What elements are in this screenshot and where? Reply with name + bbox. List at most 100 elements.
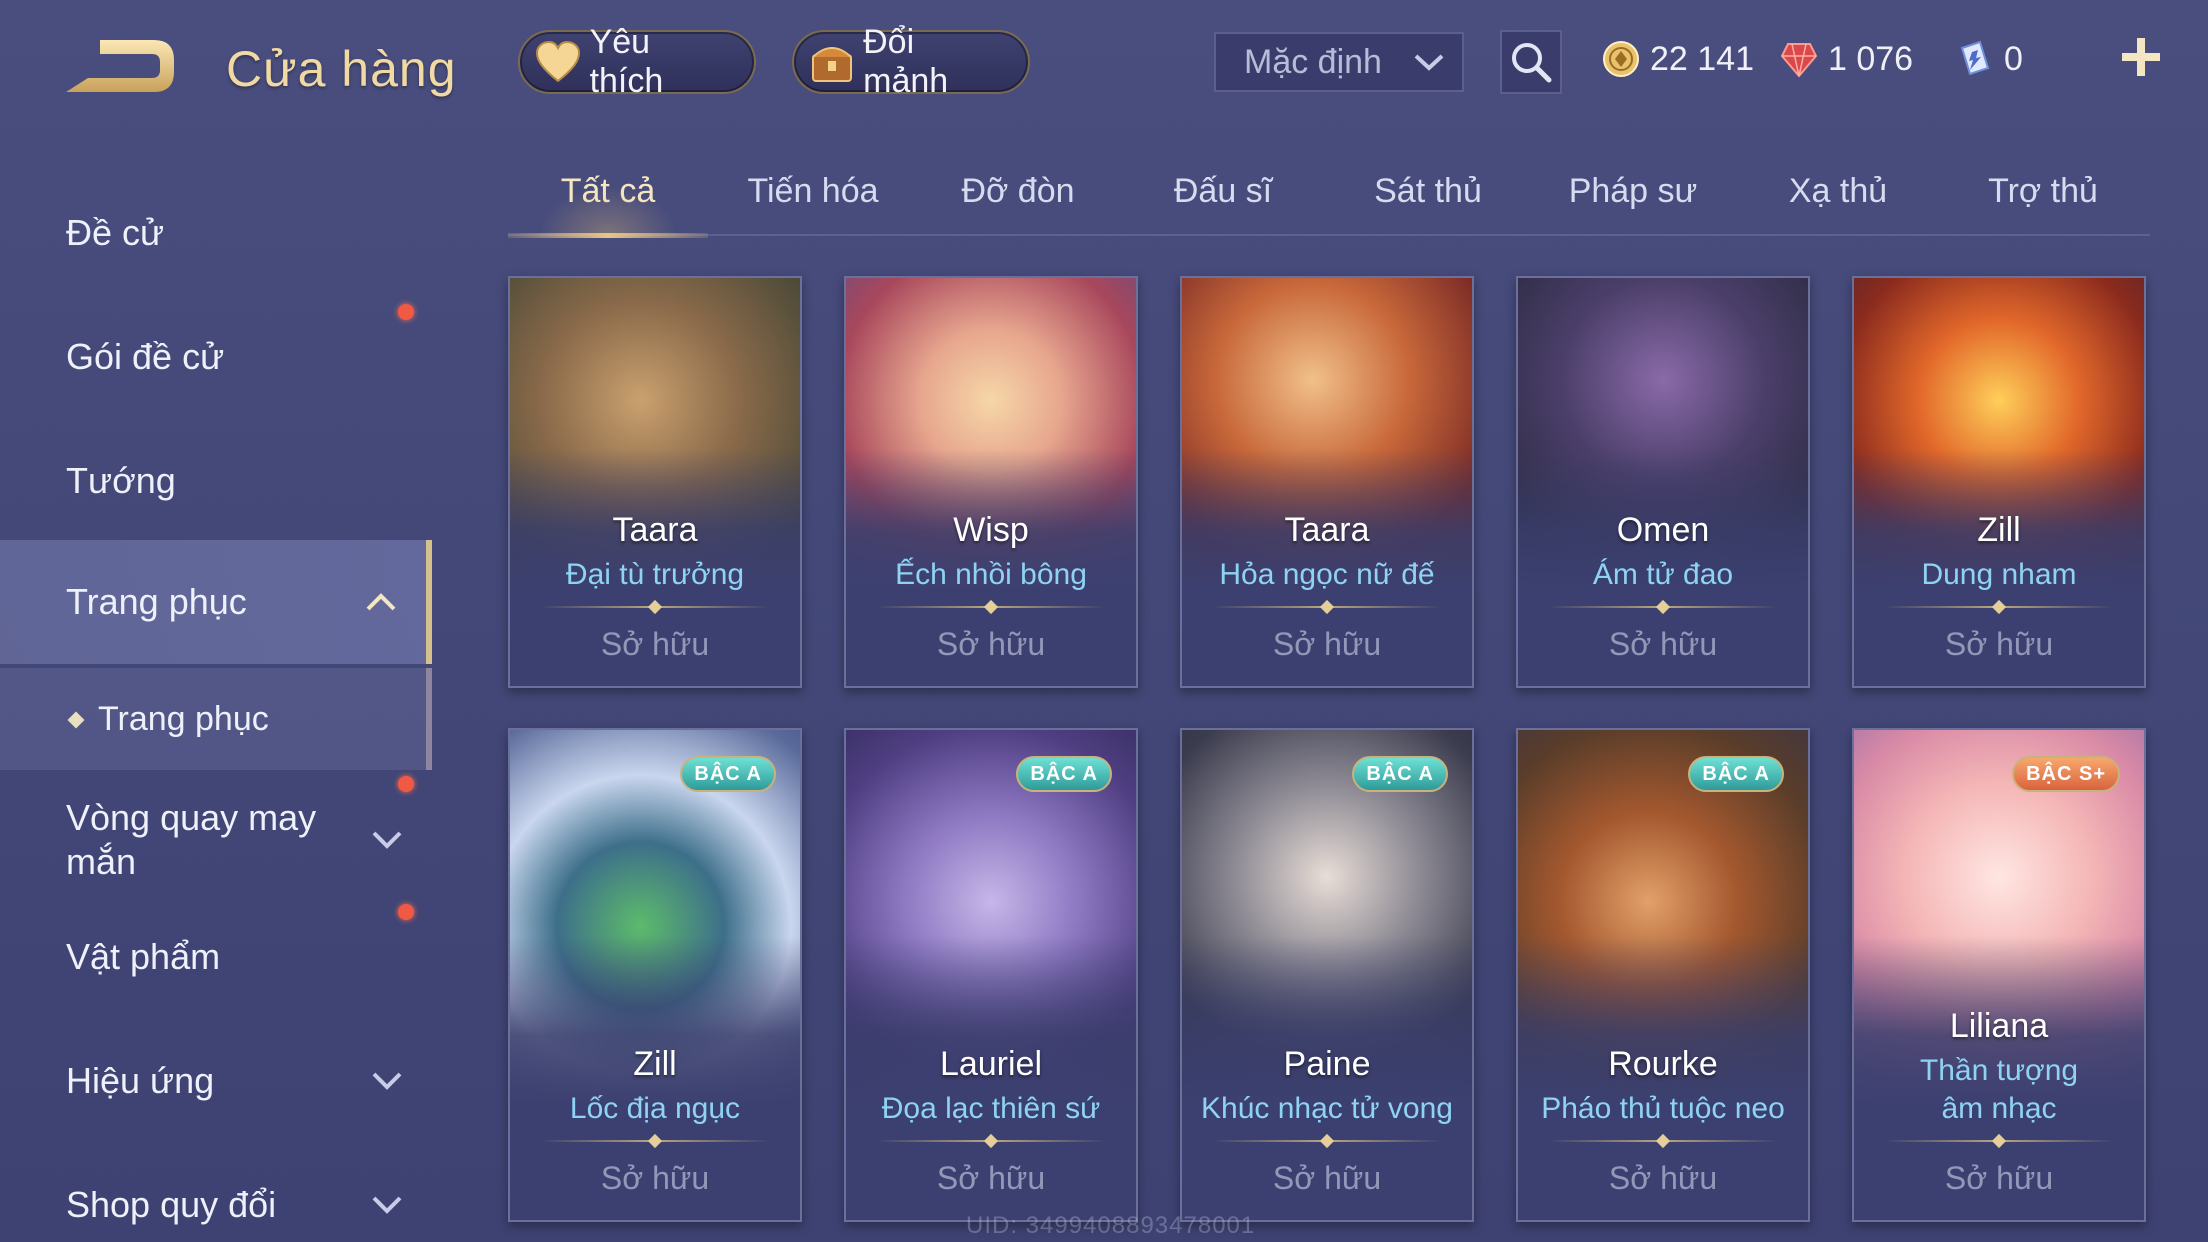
search-icon: [1512, 43, 1552, 83]
ruby-amount: 1 076: [1828, 39, 1914, 78]
back-arrow-icon[interactable]: [62, 34, 182, 104]
exchange-shards-button[interactable]: Đổi mảnh: [792, 23, 1030, 100]
divider: [1884, 1136, 2114, 1146]
sidebar-item-label: Vật phẩm: [66, 936, 221, 977]
sidebar-item-heroes[interactable]: Tướng: [0, 436, 432, 526]
skin-name: Ám tử đao: [1592, 558, 1734, 591]
hero-name: Zill: [633, 1045, 677, 1083]
skin-name: Pháo thủ tuộc neo: [1541, 1092, 1785, 1125]
voucher-icon: [1960, 40, 1990, 76]
divider: [540, 602, 770, 612]
owned-status: Sở hữu: [1944, 626, 2054, 662]
ruby-currency: 1 076: [1780, 34, 1913, 84]
sort-dropdown[interactable]: Mặc định: [1214, 32, 1464, 92]
heart-icon: [534, 39, 582, 85]
sidebar-item-label: Hiệu ứng: [66, 1060, 215, 1101]
user-id: UID: 3499408893478001: [966, 1212, 1256, 1239]
skin-card[interactable]: BẬC A Lauriel Đọa lạc thiên sứ Sở hữu: [844, 728, 1138, 1222]
skin-name: Khúc nhạc tử vong: [1201, 1092, 1453, 1125]
skin-card[interactable]: Taara Đại tù trưởng Sở hữu: [508, 276, 802, 688]
skin-name: Dung nham: [1921, 558, 2077, 591]
sidebar-item-items[interactable]: Vật phẩm: [0, 912, 432, 1002]
divider: [540, 1136, 770, 1146]
ruby-gem-icon: [1780, 43, 1818, 78]
sidebar-item-effects[interactable]: Hiệu ứng: [0, 1036, 432, 1126]
sidebar-item-label: Trang phục: [98, 699, 269, 738]
treasure-chest-icon: [808, 39, 855, 85]
sidebar-item-recommended[interactable]: Đề cử: [0, 188, 432, 278]
skin-card[interactable]: BẬC S+ Liliana Thần tượng âm nhạc Sở hữu: [1852, 728, 2146, 1222]
skin-name: Hỏa ngọc nữ đế: [1219, 558, 1435, 591]
skin-card[interactable]: Taara Hỏa ngọc nữ đế Sở hữu: [1180, 276, 1474, 688]
plus-icon[interactable]: [2118, 34, 2164, 80]
owned-status: Sở hữu: [1608, 626, 1718, 662]
sidebar-item-label: Vòng quay may mắn: [66, 797, 317, 882]
skin-card[interactable]: BẬC A Rourke Pháo thủ tuộc neo Sở hữu: [1516, 728, 1810, 1222]
tier-badge: BẬC A: [1016, 756, 1112, 792]
skin-name: Lốc địa ngục: [569, 1092, 741, 1125]
hero-name: Paine: [1283, 1045, 1371, 1083]
notification-dot: [398, 776, 414, 792]
sidebar-item-label: Gói đề cử: [66, 336, 225, 377]
owned-status: Sở hữu: [600, 1160, 710, 1196]
owned-status: Sở hữu: [1944, 1160, 2054, 1196]
hero-name: Taara: [612, 511, 698, 549]
hero-name: Liliana: [1949, 1007, 2049, 1045]
skin-card[interactable]: BẬC A Paine Khúc nhạc tử vong Sở hữu: [1180, 728, 1474, 1222]
tab-marksman[interactable]: Xạ thủ: [1738, 172, 1938, 236]
notification-dot: [398, 304, 414, 320]
gold-coin-icon: [1603, 41, 1639, 77]
owned-status: Sở hữu: [1272, 626, 1382, 662]
skin-card[interactable]: Zill Dung nham Sở hữu: [1852, 276, 2146, 688]
skin-name: Đọa lạc thiên sứ: [881, 1092, 1101, 1125]
owned-status: Sở hữu: [1272, 1160, 1382, 1196]
hero-name: Wisp: [953, 511, 1029, 549]
sidebar-item-lucky-spin[interactable]: Vòng quay may mắn: [0, 780, 432, 900]
sidebar-item-skins[interactable]: Trang phục: [0, 540, 432, 664]
tier-badge: BẬC A: [1688, 756, 1784, 792]
sidebar: Đề cử Gói đề cử Tướng Trang phục Trang p…: [0, 170, 432, 1242]
chevron-down-icon: [1414, 54, 1444, 71]
divider: [1548, 1136, 1778, 1146]
favorite-label: Yêu thích: [589, 23, 664, 100]
sidebar-item-label: Tướng: [66, 460, 176, 501]
hero-name: Lauriel: [939, 1045, 1043, 1083]
hero-name: Rourke: [1608, 1045, 1718, 1083]
favorite-button[interactable]: Yêu thích: [518, 23, 756, 100]
hero-name: Taara: [1284, 511, 1370, 549]
tab-tank[interactable]: Đỡ đòn: [918, 172, 1118, 236]
tab-evolution[interactable]: Tiến hóa: [713, 172, 913, 236]
tab-warrior[interactable]: Đấu sĩ: [1123, 172, 1323, 236]
tab-all[interactable]: Tất cả: [508, 172, 708, 238]
divider: [1884, 602, 2114, 612]
voucher-currency: 0: [1956, 34, 2023, 84]
sidebar-subitem-skins[interactable]: Trang phục: [0, 668, 432, 770]
tier-badge: BẬC A: [1352, 756, 1448, 792]
notification-dot: [398, 904, 414, 920]
page-title: Cửa hàng: [226, 41, 457, 97]
sidebar-item-label: Shop quy đổi: [66, 1184, 277, 1225]
divider: [1212, 1136, 1442, 1146]
gold-amount: 22 141: [1650, 39, 1754, 78]
sidebar-item-recommended-packs[interactable]: Gói đề cử: [0, 312, 432, 402]
tab-support[interactable]: Trợ thủ: [1943, 172, 2143, 236]
search-button[interactable]: [1500, 30, 1562, 94]
chevron-down-icon: [372, 831, 402, 849]
skin-grid: Taara Đại tù trưởng Sở hữu Wisp Ếch nhồi…: [508, 276, 2150, 1242]
skin-card[interactable]: Omen Ám tử đao Sở hữu: [1516, 276, 1810, 688]
skin-card[interactable]: Wisp Ếch nhồi bông Sở hữu: [844, 276, 1138, 688]
diamond-bullet-icon: [67, 711, 85, 729]
owned-status: Sở hữu: [1608, 1160, 1718, 1196]
tier-badge: BẬC A: [680, 756, 776, 792]
skin-name: Đại tù trưởng: [565, 558, 745, 591]
skin-card[interactable]: BẬC A Zill Lốc địa ngục Sở hữu: [508, 728, 802, 1222]
skin-name: Ếch nhồi bông: [895, 558, 1087, 591]
tab-assassin[interactable]: Sát thủ: [1328, 172, 1528, 236]
divider: [1548, 602, 1778, 612]
voucher-amount: 0: [2004, 39, 2023, 78]
tab-mage[interactable]: Pháp sư: [1533, 172, 1733, 236]
divider: [1212, 602, 1442, 612]
sidebar-item-exchange-shop[interactable]: Shop quy đổi: [0, 1160, 432, 1242]
sort-value: Mặc định: [1244, 42, 1382, 81]
hero-name: Zill: [1977, 511, 2021, 549]
